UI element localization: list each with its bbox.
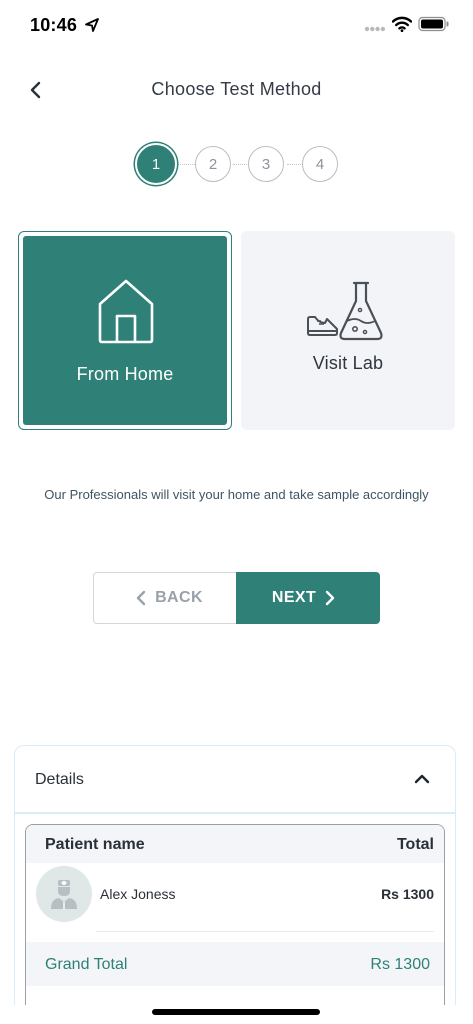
patient-table: Patient name Total Alex Joness Rs 1300 G… [25,824,445,1005]
details-title: Details [35,771,84,788]
status-bar: 10:46 [0,0,473,52]
grand-total-value: Rs 1300 [370,956,430,973]
step-1: 1 [135,143,177,185]
next-button[interactable]: NEXT [236,572,380,624]
chevron-up-icon[interactable] [413,770,431,788]
grand-total-row: Grand Total Rs 1300 [26,942,444,986]
chevron-left-icon [136,590,146,606]
back-button[interactable]: BACK [93,572,237,624]
home-indicator [152,1009,320,1015]
column-total: Total [396,836,434,853]
table-header: Patient name Total [26,825,444,863]
from-home-card: From Home [23,236,227,425]
page-title: Choose Test Method [151,79,322,99]
patient-total: Rs 1300 [381,886,434,902]
cellular-signal-icon [364,26,386,32]
next-button-label: NEXT [271,589,317,606]
wifi-icon [392,16,412,32]
from-home-option[interactable]: From Home [18,231,232,430]
step-3: 3 [248,146,284,182]
step-indicator: 1 2 3 4 [135,143,340,185]
doctor-avatar-icon [51,880,77,909]
step-connector [177,164,197,165]
visit-lab-label: Visit Lab [312,353,384,373]
shoe-and-flask-icon [307,281,383,341]
from-home-label: From Home [76,364,174,384]
column-patient-name: Patient name [45,836,145,853]
status-time: 10:46 [30,15,78,35]
chevron-right-icon [325,590,335,606]
step-2: 2 [195,146,231,182]
back-button-label: BACK [155,589,203,606]
details-panel: Details Patient name Total Alex Joness R… [14,745,456,1005]
house-icon [98,279,154,344]
location-arrow-icon [85,18,99,32]
method-description: Our Professionals will visit your home a… [44,487,429,502]
step-4: 4 [302,146,338,182]
patient-name: Alex Joness [100,886,176,902]
row-divider [96,931,434,932]
battery-icon [418,16,449,32]
nav-bar: Choose Test Method [0,70,473,110]
visit-lab-option[interactable]: Visit Lab [241,231,455,430]
table-row: Alex Joness Rs 1300 [26,863,444,933]
avatar [36,866,92,922]
grand-total-label: Grand Total [45,956,128,973]
details-header[interactable]: Details [15,746,455,814]
